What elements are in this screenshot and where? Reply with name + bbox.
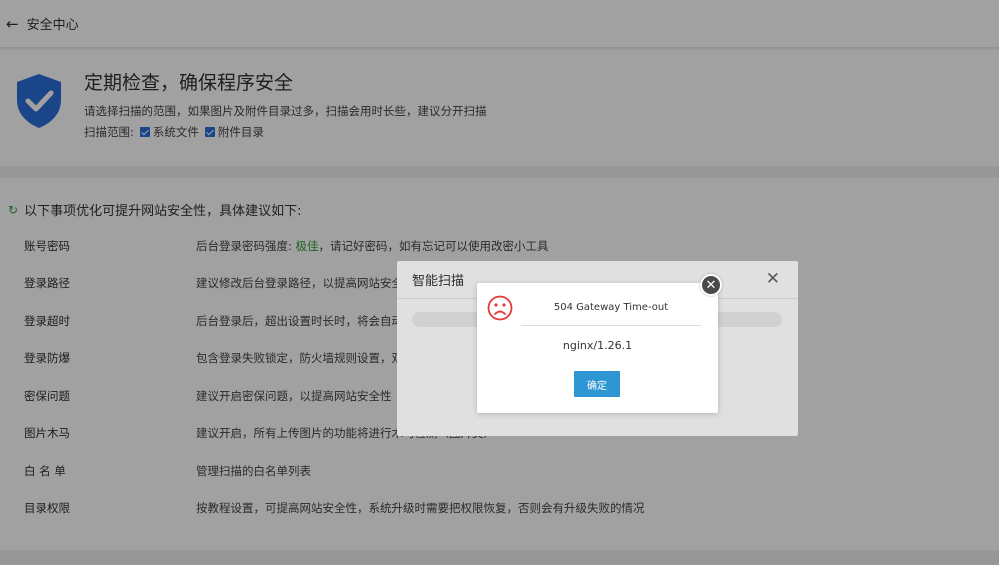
divider: [521, 325, 701, 326]
error-message: nginx/1.26.1: [562, 339, 633, 352]
sad-face-icon: [487, 295, 513, 321]
confirm-button[interactable]: 确定: [574, 371, 620, 397]
error-dialog: 504 Gateway Time-out nginx/1.26.1 确定 ✕: [477, 274, 722, 413]
close-circle-icon[interactable]: ✕: [700, 274, 722, 296]
error-title: 504 Gateway Time-out: [553, 302, 669, 313]
